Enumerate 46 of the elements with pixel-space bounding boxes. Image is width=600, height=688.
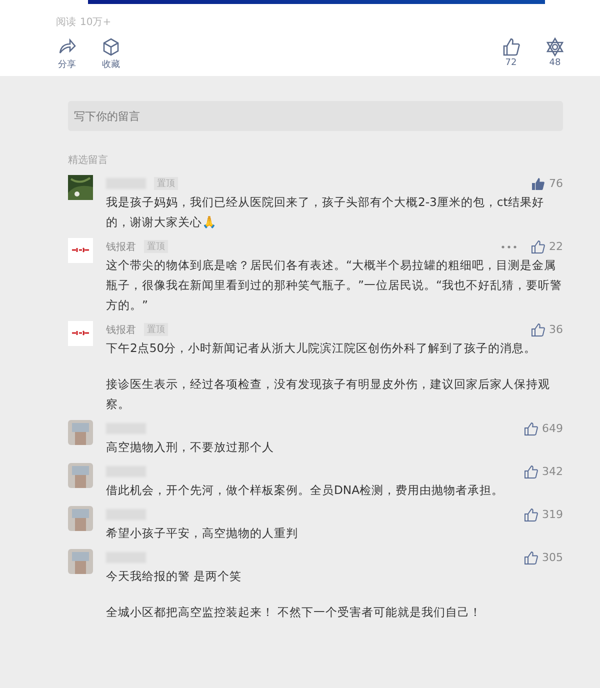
logo-icon	[68, 321, 93, 346]
comment-text: 希望小孩子平安，高空抛物的人重判	[106, 525, 299, 542]
comment-text: 全城小区都把高空监控装起来！ 不然下一个受害者可能就是我们自己！	[106, 604, 483, 621]
comment-text: 这个带尖的物体到底是啥？居民们各有表述。“大概半个易拉罐的粗细吧，目测是金属瓶子，很像我在新闻里看到过的那种笑气瓶子。”一位居民说。“我也不好乱猜，要听警方的。”	[106, 257, 563, 314]
favorite-button[interactable]: 收藏	[102, 58, 120, 71]
user-name: 钱报君	[106, 240, 136, 254]
pinned-badge: 置顶	[144, 240, 168, 253]
blurred-avatar-icon	[68, 420, 93, 445]
comment-text: 我是孩子妈妈，我们已经从医院回来了，孩子头部有个大概2-3厘米的包，ct结果好的，谢谢大家关心🙏	[106, 194, 545, 231]
section-title: 精选留言	[68, 154, 109, 167]
cube-icon	[101, 37, 121, 57]
like-count: 76	[549, 177, 563, 190]
comment-text: 下午2点50分，小时新闻记者从浙大儿院滨江院区创伤外科了解到了孩子的消息。	[106, 340, 538, 357]
like-count: 319	[542, 508, 563, 521]
like-count: 649	[542, 422, 563, 435]
star-of-david-icon	[545, 37, 565, 57]
like-count: 22	[549, 240, 563, 253]
more-icon[interactable]	[501, 244, 517, 248]
pinned-badge: 置顶	[144, 323, 168, 336]
thumbs-up-icon[interactable]	[524, 508, 538, 522]
blurred-avatar-icon	[68, 506, 93, 531]
comment-text: 接诊医生表示，经过各项检查，没有发现孩子有明显皮外伤，建议回家后家人保持观察。	[106, 376, 551, 413]
thumbs-up-icon[interactable]	[531, 322, 545, 336]
read-count: 10万+	[80, 16, 112, 29]
reaction-count[interactable]: 72	[505, 58, 517, 68]
like-count: 342	[542, 465, 563, 478]
thumbs-up-icon[interactable]	[524, 550, 538, 564]
reaction-count[interactable]: 48	[549, 58, 561, 68]
share-button[interactable]: 分享	[58, 58, 76, 71]
thumbs-up-icon[interactable]	[531, 240, 545, 254]
like-count: 305	[542, 551, 563, 564]
thumbs-up-icon[interactable]	[524, 464, 538, 478]
comment-text: 借此机会，开个先河，做个样板案例。全员DNA检测，费用由抛物者承担。	[106, 482, 505, 499]
blurred-avatar-icon	[68, 463, 93, 488]
comment-input[interactable]: 写下你的留言	[68, 101, 563, 131]
read-label: 阅读	[56, 16, 76, 29]
comment-text: 今天我给报的警 是两个笑	[106, 568, 243, 585]
thumbs-up-icon[interactable]	[531, 176, 545, 190]
user-name: 钱报君	[106, 324, 136, 336]
thumbs-up-icon	[501, 37, 521, 57]
thumbs-up-icon[interactable]	[524, 422, 538, 436]
logo-icon	[68, 238, 93, 263]
comment-text: 高空抛物入刑，不要放过那个人	[106, 439, 275, 456]
blurred-avatar-icon	[68, 549, 93, 574]
pinned-badge: 置顶	[154, 177, 178, 190]
like-count: 36	[549, 323, 563, 336]
